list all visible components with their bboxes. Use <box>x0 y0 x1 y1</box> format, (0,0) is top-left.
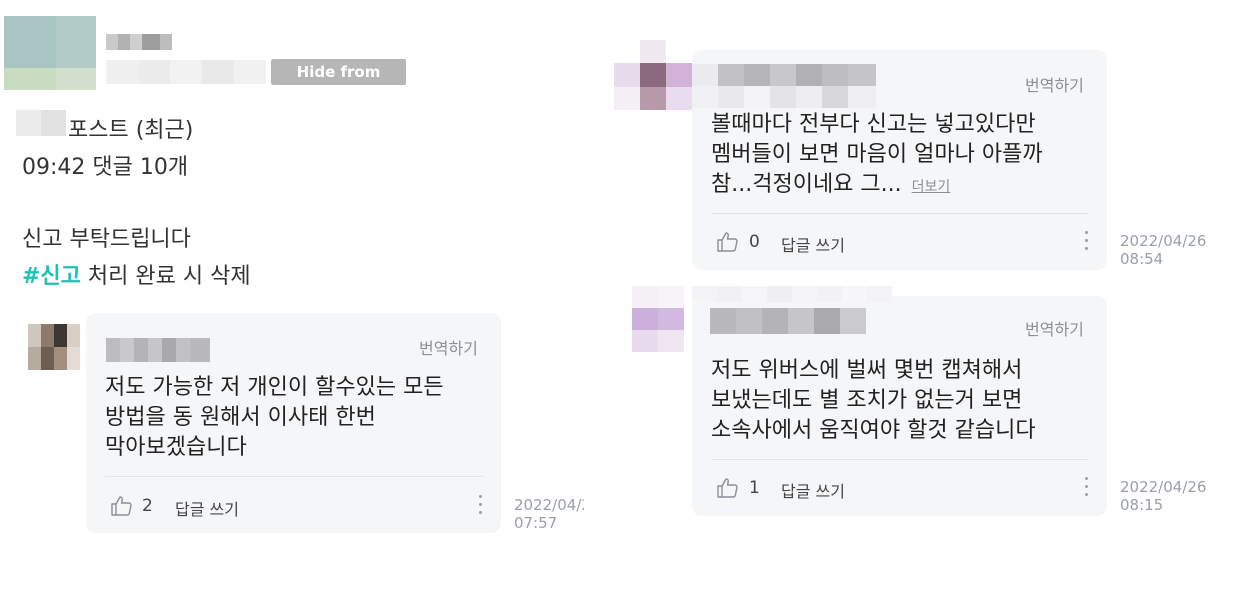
like-count: 2 <box>142 496 153 516</box>
comment-divider <box>711 459 1089 460</box>
comment-divider <box>105 476 483 477</box>
comment-timestamp: 2022/04/2 07:57 <box>514 496 584 532</box>
post-board-title: 포스트 (최근) <box>68 118 194 143</box>
board-name-redacted <box>16 110 66 136</box>
comment-avatar[interactable] <box>614 40 692 110</box>
reply-button[interactable]: 답글 쓰기 <box>781 232 845 256</box>
comment-timestamp: 2022/04/26 08:15 <box>1120 478 1207 514</box>
more-vertical-icon[interactable] <box>1085 231 1089 255</box>
post-author-name[interactable] <box>106 34 172 50</box>
post-author-avatar[interactable] <box>4 16 96 90</box>
post-meta: 09:42 댓글 10개 <box>22 155 189 180</box>
comment-divider <box>711 213 1089 214</box>
comment-card: 번역하기 저도 가능한 저 개인이 할수있는 모든 방법을 동 원해서 이사태 … <box>86 313 501 533</box>
post-author-subinfo <box>106 60 266 84</box>
more-vertical-icon[interactable] <box>479 495 483 519</box>
thumbs-up-icon[interactable] <box>110 494 134 518</box>
hashtag-link[interactable]: #신고 <box>22 264 81 289</box>
comment-text: 볼때마다 전부다 신고는 넣고있다만 멤버들이 보면 마음이 얼마나 아플까 참… <box>711 110 1043 202</box>
reply-button[interactable]: 답글 쓰기 <box>175 496 239 520</box>
comment-avatar[interactable] <box>632 286 684 352</box>
hide-from-artist-badge[interactable]: Hide from Artist <box>271 59 406 107</box>
comment-card: 번역하기 저도 위버스에 벌써 몇번 캡쳐해서 보냈는데도 별 조치가 없는거 … <box>692 286 1107 516</box>
thumbs-up-icon[interactable] <box>716 230 740 254</box>
translate-button[interactable]: 번역하기 <box>1025 72 1084 96</box>
post-body-line-1: 신고 부탁드립니다 <box>22 227 191 252</box>
thumbs-up-icon[interactable] <box>716 476 740 500</box>
like-count: 1 <box>749 478 760 498</box>
post-body-line-2: #신고 처리 완료 시 삭제 <box>22 258 251 290</box>
post-body-line-2-rest: 처리 완료 시 삭제 <box>80 264 251 289</box>
comment-author-name[interactable] <box>692 286 892 340</box>
comment-author-name[interactable] <box>692 64 876 108</box>
read-more-link[interactable]: 더보기 <box>912 179 951 195</box>
comment-text: 저도 가능한 저 개인이 할수있는 모든 방법을 동 원해서 이사태 한번 막아… <box>105 375 444 460</box>
like-count: 0 <box>749 232 760 252</box>
translate-button[interactable]: 번역하기 <box>1025 316 1084 340</box>
comment-author-name[interactable] <box>106 338 210 362</box>
translate-button[interactable]: 번역하기 <box>419 335 478 359</box>
comment-avatar[interactable] <box>28 324 80 370</box>
comment-timestamp: 2022/04/26 08:54 <box>1120 232 1207 268</box>
comment-card: 번역하기 볼때마다 전부다 신고는 넣고있다만 멤버들이 보면 마음이 얼마나 … <box>692 50 1107 270</box>
comment-text-body: 볼때마다 전부다 신고는 넣고있다만 멤버들이 보면 마음이 얼마나 아플까 참… <box>711 112 1043 197</box>
comment-text: 저도 위버스에 벌써 몇번 캡쳐해서 보냈는데도 별 조치가 없는거 보면 소속… <box>711 358 1036 443</box>
reply-button[interactable]: 답글 쓰기 <box>781 478 845 502</box>
more-vertical-icon[interactable] <box>1085 477 1089 501</box>
